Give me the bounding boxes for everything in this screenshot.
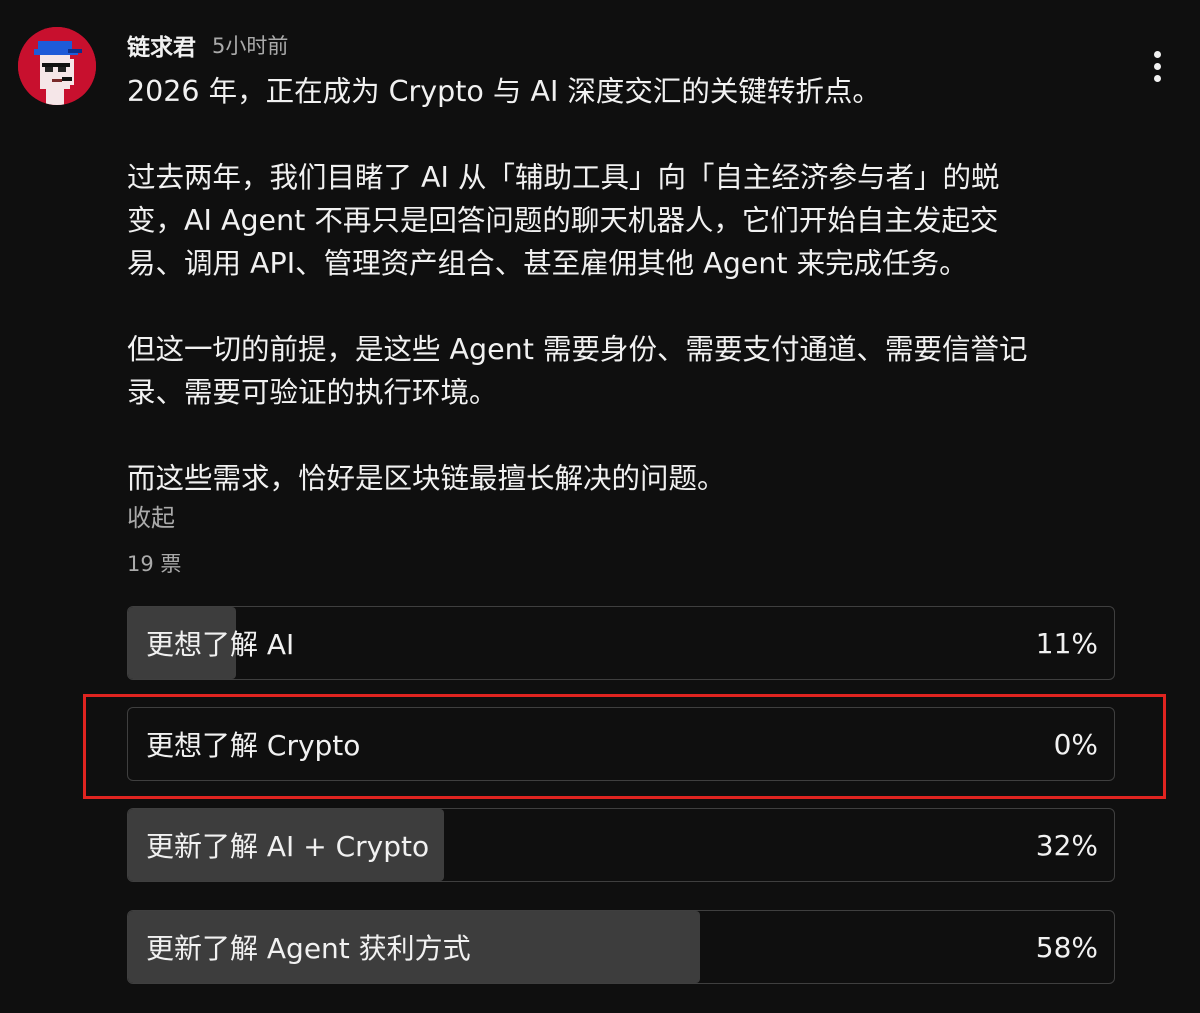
poll-option-label: 更新了解 AI + Crypto — [146, 830, 430, 863]
poll-option-percent: 11% — [1035, 626, 1098, 660]
vote-count: 19 票 — [127, 552, 182, 576]
pixel-avatar-icon — [18, 27, 96, 105]
avatar[interactable] — [18, 27, 96, 105]
poll-option-percent: 0% — [1053, 727, 1098, 761]
more-dot — [1153, 74, 1161, 82]
poll-option-label: 更想了解 AI — [146, 628, 295, 661]
post-line: 变，AI Agent 不再只是回答问题的聊天机器人，它们开始自主发起交 — [127, 204, 999, 237]
poll-option-label: 更新了解 Agent 获利方式 — [146, 932, 471, 965]
more-dot — [1153, 50, 1161, 58]
post-header: 链求君 5小时前 — [127, 28, 288, 62]
more-dot — [1153, 62, 1161, 70]
post-line: 但这一切的前提，是这些 Agent 需要身份、需要支付通道、需要信誉记 — [127, 333, 1028, 366]
post-timestamp[interactable]: 5小时前 — [212, 30, 288, 60]
post-line: 2026 年，正在成为 Crypto 与 AI 深度交汇的关键转折点。 — [127, 75, 881, 108]
poll-option-crypto[interactable]: 更想了解 Crypto 0% — [127, 707, 1115, 781]
more-options-icon[interactable] — [1141, 46, 1173, 86]
post-line: 录、需要可验证的执行环境。 — [127, 376, 498, 409]
post-line: 易、调用 API、管理资产组合、甚至雇佣其他 Agent 来完成任务。 — [127, 247, 968, 280]
post-line: 过去两年，我们目睹了 AI 从「辅助工具」向「自主经济参与者」的蜕 — [127, 161, 1000, 194]
poll-option-agent-profit[interactable]: 更新了解 Agent 获利方式 58% — [127, 910, 1115, 984]
poll-option-percent: 32% — [1035, 828, 1098, 862]
poll-option-ai[interactable]: 更想了解 AI 11% — [127, 606, 1115, 680]
author-name[interactable]: 链求君 — [127, 28, 196, 62]
collapse-link[interactable]: 收起 — [127, 500, 175, 536]
post-body: 2026 年，正在成为 Crypto 与 AI 深度交汇的关键转折点。 过去两年… — [127, 70, 1127, 500]
poll-option-ai-crypto[interactable]: 更新了解 AI + Crypto 32% — [127, 808, 1115, 882]
poll-option-percent: 58% — [1035, 930, 1098, 964]
post-line: 而这些需求，恰好是区块链最擅长解决的问题。 — [127, 462, 726, 495]
poll-option-label: 更想了解 Crypto — [146, 729, 361, 762]
